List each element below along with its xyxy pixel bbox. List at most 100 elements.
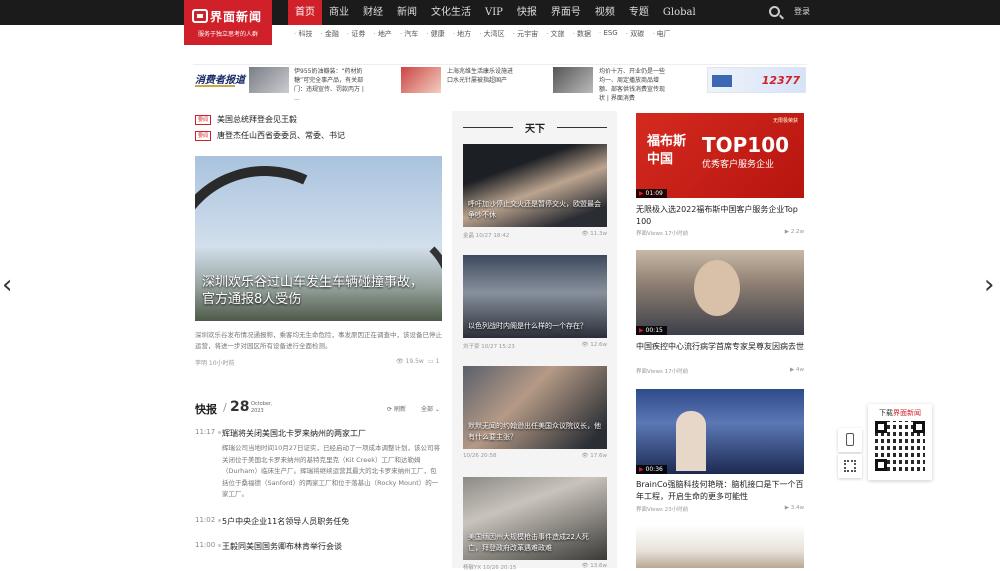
world-card[interactable]: 呼吁加沙停止交火还是暂停交火，欧盟最会争吵不休 (463, 144, 607, 227)
video-thumbnail[interactable]: 无限极荣获 福布斯中国 TOP100 优秀客户服务企业 01:09 (636, 113, 804, 198)
subnav-item[interactable]: 汽车 (400, 29, 418, 39)
all-label: 全部 (421, 406, 434, 413)
subnav-item[interactable]: 地方 (453, 29, 471, 39)
world-card[interactable]: 以色列战时内阁是什么样的一个存在？ (463, 255, 607, 338)
flash-news-time: 11:00 (195, 541, 216, 549)
banner-badge: 无限极荣获 (772, 118, 798, 124)
subnav-item[interactable]: ESG (599, 29, 617, 39)
refresh-button[interactable]: ⟳ 刷新 (387, 404, 406, 413)
all-dropdown[interactable]: 全部 ⌄ (421, 404, 440, 413)
card-views: 👁 13.6w (581, 563, 607, 569)
nav-item-video[interactable]: 视频 (588, 0, 622, 25)
nav-item-vip[interactable]: VIP (478, 0, 510, 25)
card-date: 10/27 15:23 (481, 344, 515, 350)
subnav-item[interactable]: 科技 (294, 29, 312, 39)
video-time: 17小时前 (664, 231, 689, 237)
subnav-item[interactable]: 双碳 (626, 29, 644, 39)
sponsor-thumbnail[interactable] (249, 67, 289, 93)
video-views: ▶ 4w (790, 367, 804, 373)
video-views-value: 3.4w (790, 505, 804, 511)
flash-news-text[interactable]: 5户中央企业11名领导人员职务任免 (222, 516, 442, 527)
banner-line2: 中国 (647, 152, 674, 167)
nav-item-culture[interactable]: 文化生活 (424, 0, 478, 25)
brand-logo[interactable]: 界面新闻 服务于独立思考的人群 (184, 0, 272, 45)
phone-shape (846, 433, 854, 446)
subnav-item[interactable]: 电厂 (652, 29, 671, 39)
card-source: 刘子豪 (463, 344, 480, 350)
nav-item-news[interactable]: 新闻 (390, 0, 424, 25)
sponsor-thumbnail[interactable] (401, 67, 441, 93)
banner-sub-text: 优秀客户服务企业 (702, 160, 775, 170)
sponsor-link[interactable]: 均价十万、开业仍是一些均一、周定播放商品增额、部客供钱消费宣传现状 | 界面消费 (599, 67, 669, 103)
hero-caption[interactable]: 深圳欢乐谷过山车发生车辆碰撞事故，官方通报8人受伤 (202, 274, 434, 308)
headline-item[interactable]: 要闻 唐登杰任山西省委委员、常委、书记 (195, 130, 345, 141)
nav-item-home[interactable]: 首页 (288, 0, 322, 25)
nav-item-topics[interactable]: 专题 (622, 0, 656, 25)
app-download-qr[interactable]: 下载界面新闻 (868, 404, 932, 480)
world-card[interactable]: 美国缅因州大规模枪击事件造成22人死亡，拜登政府改革遇难政难 (463, 477, 607, 560)
prev-arrow-icon[interactable]: ‹ (2, 270, 12, 300)
video-views-value: 2.2w (790, 229, 804, 235)
nav-item-jiemian-hao[interactable]: 界面号 (544, 0, 588, 25)
mobile-icon[interactable] (838, 428, 862, 452)
flash-news-month: October, 2023 (251, 401, 273, 415)
qr-corner (875, 421, 887, 433)
subnav-item[interactable]: 地产 (373, 29, 392, 39)
flash-news-time: 11:02 (195, 516, 216, 524)
next-arrow-icon[interactable]: › (984, 270, 994, 300)
card-views-value: 13.6w (590, 563, 607, 569)
world-card-caption[interactable]: 以色列战时内阁是什么样的一个存在？ (468, 321, 602, 332)
world-card[interactable]: 默默无闻的约翰逊出任美国众议院议长，他有什么要主张？ (463, 366, 607, 449)
subnav-item[interactable]: 金融 (320, 29, 339, 39)
report-hotline-banner[interactable]: 12377 (707, 67, 806, 93)
banner-emblem-icon (712, 75, 732, 87)
video-views: ▶ 2.2w (784, 229, 804, 235)
subnav-item[interactable]: 健康 (426, 29, 445, 39)
subnav-item[interactable]: 数据 (573, 29, 591, 39)
video-meta: 界面Views 23小时前 ▶ 3.4w (636, 505, 804, 513)
headline-item[interactable]: 要闻 美国总统拜登会见王毅 (195, 114, 297, 125)
sponsor-thumbnail[interactable] (553, 67, 593, 93)
nav-item-business[interactable]: 商业 (322, 0, 356, 25)
consumer-report-logo[interactable]: 消费者报道 (195, 71, 245, 87)
subnav-item[interactable]: 文旅 (546, 29, 565, 39)
flash-news-text[interactable]: 王毅同美国国务卿布林肯举行会谈 (222, 541, 442, 552)
video-thumbnail[interactable] (636, 525, 804, 568)
brand-name: 界面新闻 (210, 10, 263, 24)
sponsor-link[interactable]: 伊955奶油瓣装：“药材奶糖”可完全事产品，有关部门：违规宣传、罚款丙万 | .… (294, 67, 364, 103)
banner-text: 福布斯 中国 (647, 133, 686, 169)
qr-code-icon[interactable] (838, 454, 862, 478)
flash-news-title: 快报 (195, 403, 217, 416)
world-card-caption[interactable]: 默默无闻的约翰逊出任美国众议院议长，他有什么要主张？ (468, 421, 602, 443)
video-time: 17小时前 (664, 369, 689, 375)
video-title[interactable]: 中国疾控中心流行病学首席专家吴尊友因病去世 (636, 341, 804, 353)
hero-comments[interactable]: ▭ 1 (428, 358, 439, 365)
flash-news-text[interactable]: 辉瑞将关闭美国北卡罗来纳州的两家工厂 (222, 428, 442, 439)
headline-text[interactable]: 唐登杰任山西省委委员、常委、书记 (217, 130, 345, 141)
subnav-item[interactable]: 证券 (347, 29, 365, 39)
video-thumbnail[interactable]: 00:15 (636, 250, 804, 335)
world-card-caption[interactable]: 美国缅因州大规模枪击事件造成22人死亡，拜登政府改革遇难政难 (468, 532, 602, 554)
sponsor-link[interactable]: 上海兆维生活康乐设施进口水光针屡被指超国产 (447, 67, 517, 85)
banner-line1: 福布斯 (647, 134, 687, 149)
video-time: 23小时前 (664, 507, 689, 513)
video-title[interactable]: 无限极入选2022福布斯中国客户服务企业Top 100 (636, 204, 804, 228)
hero-source: 李明 10小时前 (195, 360, 235, 367)
flash-news-body: 辉瑞公司当地时间10月27日证实，已经启动了一项成本调整计划，该公司将关闭位于美… (222, 444, 441, 499)
hero-image[interactable]: 深圳欢乐谷过山车发生车辆碰撞事故，官方通报8人受伤 (195, 156, 442, 321)
nav-item-finance[interactable]: 财经 (356, 0, 390, 25)
qr-shape (844, 460, 856, 472)
login-link[interactable]: 登录 (794, 6, 810, 17)
subnav-item[interactable]: 大湾区 (479, 29, 505, 39)
year-label: 2023 (251, 408, 264, 414)
search-icon[interactable] (769, 6, 780, 17)
video-meta: 界面Views 17小时前 ▶ 4w (636, 367, 804, 375)
video-title[interactable]: BrainCo强脑科技何艳晓：脑机接口是下一个百年工程，开启生命的更多可能性 (636, 479, 804, 503)
world-card-caption[interactable]: 呼吁加沙停止交火还是暂停交火，欧盟最会争吵不休 (468, 199, 602, 221)
nav-item-global[interactable]: Global (656, 0, 703, 25)
subnav-item[interactable]: 元宇宙 (513, 29, 538, 39)
nav-item-flash[interactable]: 快报 (510, 0, 544, 25)
headline-text[interactable]: 美国总统拜登会见王毅 (217, 114, 297, 125)
video-thumbnail[interactable]: 00:36 (636, 389, 804, 474)
card-views: 👁 12.6w (581, 342, 607, 348)
